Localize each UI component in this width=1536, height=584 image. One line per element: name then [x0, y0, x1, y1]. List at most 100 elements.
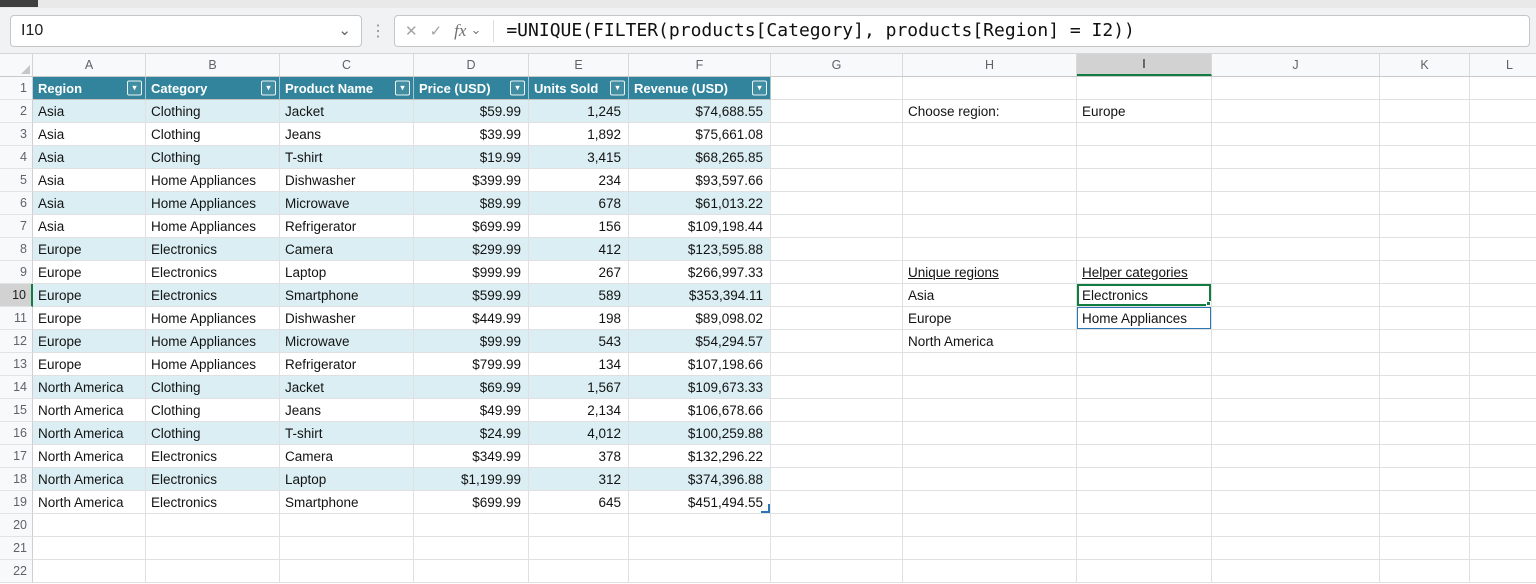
cell-H20[interactable] [903, 514, 1077, 537]
cell-H15[interactable] [903, 399, 1077, 422]
cell-F5[interactable]: $93,597.66 [629, 169, 771, 192]
cell-I17[interactable] [1077, 445, 1212, 468]
column-header-D[interactable]: D [414, 54, 529, 76]
cell-J2[interactable] [1212, 100, 1380, 123]
cell-B16[interactable]: Clothing [146, 422, 280, 445]
cell-J4[interactable] [1212, 146, 1380, 169]
row-header-11[interactable]: 11 [0, 307, 33, 330]
cell-D3[interactable]: $39.99 [414, 123, 529, 146]
cell-A4[interactable]: Asia [33, 146, 146, 169]
formula-input[interactable]: =UNIQUE(FILTER(products[Category], produ… [506, 20, 1135, 41]
filter-button-column-E[interactable]: ▾ [610, 81, 625, 96]
cell-H12[interactable]: North America [903, 330, 1077, 353]
filter-button-column-C[interactable]: ▾ [395, 81, 410, 96]
cell-I9[interactable]: Helper categories [1077, 261, 1212, 284]
cell-K21[interactable] [1380, 537, 1470, 560]
cell-D11[interactable]: $449.99 [414, 307, 529, 330]
cell-J11[interactable] [1212, 307, 1380, 330]
cell-L17[interactable] [1470, 445, 1536, 468]
row-header-6[interactable]: 6 [0, 192, 33, 215]
cell-J8[interactable] [1212, 238, 1380, 261]
cell-H14[interactable] [903, 376, 1077, 399]
cell-B11[interactable]: Home Appliances [146, 307, 280, 330]
cell-G14[interactable] [771, 376, 903, 399]
cell-K17[interactable] [1380, 445, 1470, 468]
cell-F13[interactable]: $107,198.66 [629, 353, 771, 376]
cell-A15[interactable]: North America [33, 399, 146, 422]
cell-H9[interactable]: Unique regions [903, 261, 1077, 284]
cell-K22[interactable] [1380, 560, 1470, 583]
cell-H19[interactable] [903, 491, 1077, 514]
cell-I11[interactable]: Home Appliances [1077, 307, 1212, 330]
cell-I22[interactable] [1077, 560, 1212, 583]
cell-C18[interactable]: Laptop [280, 468, 414, 491]
cell-A6[interactable]: Asia [33, 192, 146, 215]
cell-J16[interactable] [1212, 422, 1380, 445]
cell-L9[interactable] [1470, 261, 1536, 284]
cell-C17[interactable]: Camera [280, 445, 414, 468]
row-header-20[interactable]: 20 [0, 514, 33, 537]
cell-D15[interactable]: $49.99 [414, 399, 529, 422]
cell-E18[interactable]: 312 [529, 468, 629, 491]
cell-C3[interactable]: Jeans [280, 123, 414, 146]
column-header-C[interactable]: C [280, 54, 414, 76]
cell-C14[interactable]: Jacket [280, 376, 414, 399]
cell-E2[interactable]: 1,245 [529, 100, 629, 123]
cell-B4[interactable]: Clothing [146, 146, 280, 169]
cell-H11[interactable]: Europe [903, 307, 1077, 330]
cell-L6[interactable] [1470, 192, 1536, 215]
cell-H13[interactable] [903, 353, 1077, 376]
cell-A21[interactable] [33, 537, 146, 560]
cell-L16[interactable] [1470, 422, 1536, 445]
cell-K14[interactable] [1380, 376, 1470, 399]
cell-A13[interactable]: Europe [33, 353, 146, 376]
cell-K2[interactable] [1380, 100, 1470, 123]
column-header-H[interactable]: H [903, 54, 1077, 76]
cell-K19[interactable] [1380, 491, 1470, 514]
cell-C13[interactable]: Refrigerator [280, 353, 414, 376]
cell-E3[interactable]: 1,892 [529, 123, 629, 146]
cell-C15[interactable]: Jeans [280, 399, 414, 422]
cell-E16[interactable]: 4,012 [529, 422, 629, 445]
cell-C19[interactable]: Smartphone [280, 491, 414, 514]
cell-B15[interactable]: Clothing [146, 399, 280, 422]
cell-I4[interactable] [1077, 146, 1212, 169]
cell-L4[interactable] [1470, 146, 1536, 169]
cell-J20[interactable] [1212, 514, 1380, 537]
cell-I13[interactable] [1077, 353, 1212, 376]
column-header-A[interactable]: A [33, 54, 146, 76]
cell-K11[interactable] [1380, 307, 1470, 330]
cell-F1[interactable]: Revenue (USD)▾ [629, 77, 771, 100]
cell-C10[interactable]: Smartphone [280, 284, 414, 307]
cell-H10[interactable]: Asia [903, 284, 1077, 307]
row-header-8[interactable]: 8 [0, 238, 33, 261]
cell-K7[interactable] [1380, 215, 1470, 238]
cell-F4[interactable]: $68,265.85 [629, 146, 771, 169]
cell-G17[interactable] [771, 445, 903, 468]
cell-H21[interactable] [903, 537, 1077, 560]
row-header-1[interactable]: 1 [0, 77, 33, 100]
cell-D2[interactable]: $59.99 [414, 100, 529, 123]
cell-I3[interactable] [1077, 123, 1212, 146]
cell-D22[interactable] [414, 560, 529, 583]
cell-G16[interactable] [771, 422, 903, 445]
cell-A12[interactable]: Europe [33, 330, 146, 353]
filter-button-column-F[interactable]: ▾ [752, 81, 767, 96]
cell-F3[interactable]: $75,661.08 [629, 123, 771, 146]
cell-B22[interactable] [146, 560, 280, 583]
cell-J5[interactable] [1212, 169, 1380, 192]
row-header-5[interactable]: 5 [0, 169, 33, 192]
cell-D16[interactable]: $24.99 [414, 422, 529, 445]
column-header-G[interactable]: G [771, 54, 903, 76]
cell-I18[interactable] [1077, 468, 1212, 491]
cell-E7[interactable]: 156 [529, 215, 629, 238]
row-header-4[interactable]: 4 [0, 146, 33, 169]
cell-I21[interactable] [1077, 537, 1212, 560]
row-header-9[interactable]: 9 [0, 261, 33, 284]
cell-J18[interactable] [1212, 468, 1380, 491]
cell-H22[interactable] [903, 560, 1077, 583]
cell-F9[interactable]: $266,997.33 [629, 261, 771, 284]
cell-D7[interactable]: $699.99 [414, 215, 529, 238]
cell-A19[interactable]: North America [33, 491, 146, 514]
cell-K3[interactable] [1380, 123, 1470, 146]
